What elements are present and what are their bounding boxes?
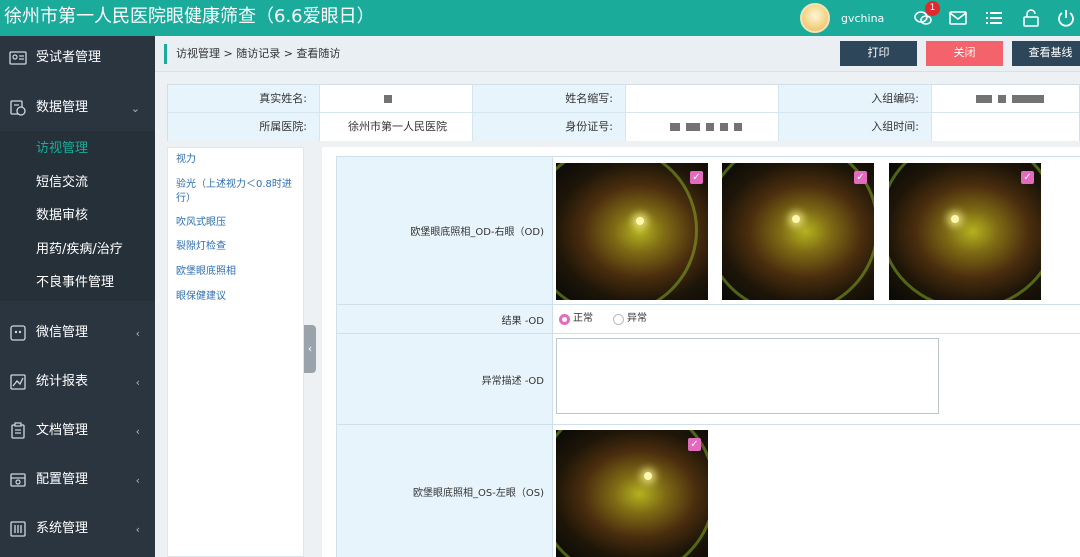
lock-icon[interactable] bbox=[1019, 6, 1043, 30]
sidebar-item-config[interactable]: 配置管理 ‹ bbox=[0, 463, 155, 497]
chat-icon[interactable]: 1 bbox=[911, 1, 940, 30]
sidebar-item-label: 配置管理 bbox=[36, 472, 89, 487]
chevron-left-icon: ‹ bbox=[135, 473, 140, 487]
od-photo-cell: ✓ ✓ ✓ bbox=[553, 157, 1080, 305]
sidebar-item-wechat[interactable]: 微信管理 ‹ bbox=[0, 316, 155, 350]
document-icon bbox=[11, 422, 25, 439]
hospital-value: 徐州市第一人民医院 bbox=[320, 113, 473, 141]
name-abbr-label: 姓名缩写: bbox=[473, 85, 626, 113]
sidebar-item-subjects[interactable]: 受试者管理 bbox=[0, 41, 155, 75]
chevron-left-icon: ‹ bbox=[135, 522, 140, 536]
submenu-item-visits[interactable]: 访视管理 bbox=[36, 140, 88, 158]
real-name-label: 真实姓名: bbox=[168, 85, 320, 113]
chevron-left-icon: ‹ bbox=[135, 326, 140, 340]
fundus-form: 欧堡眼底照相_OD-右眼（OD) ✓ ✓ ✓ 结果 -OD 正常 异常 异常描述… bbox=[336, 156, 1080, 557]
radio-normal-label: 正常 bbox=[573, 313, 593, 324]
submenu-item-medication[interactable]: 用药/疾病/治疗 bbox=[36, 241, 123, 259]
group-time-label: 入组时间: bbox=[779, 113, 932, 141]
app-title: 徐州市第一人民医院眼健康筛查（6.6爱眼日） bbox=[4, 6, 375, 27]
system-icon bbox=[10, 521, 26, 537]
chart-icon bbox=[10, 374, 26, 390]
app: 徐州市第一人民医院眼健康筛查（6.6爱眼日） gvchina 1 受试者管理 数… bbox=[0, 0, 1080, 557]
sidebar-item-label: 统计报表 bbox=[36, 374, 89, 389]
section-link-vision[interactable]: 视力 bbox=[176, 153, 300, 167]
name-abbr-value bbox=[626, 85, 779, 113]
result-od-label: 结果 -OD bbox=[337, 305, 553, 334]
abnormal-desc-od-label: 异常描述 -OD bbox=[337, 334, 553, 425]
section-link-eye-care[interactable]: 眼保健建议 bbox=[176, 290, 300, 304]
toolbar: 访视管理 > 随访记录 > 查看随访 打印 关闭 查看基线 bbox=[155, 36, 1080, 72]
group-time-value bbox=[932, 113, 1079, 141]
list-icon[interactable] bbox=[982, 6, 1006, 30]
group-code-label: 入组编码: bbox=[779, 85, 932, 113]
submenu-item-audit[interactable]: 数据审核 bbox=[36, 207, 88, 225]
abnormal-desc-od-textarea[interactable] bbox=[556, 338, 939, 414]
fundus-photo-od-1[interactable]: ✓ bbox=[556, 163, 708, 300]
real-name-value bbox=[320, 85, 473, 113]
wechat-icon bbox=[10, 325, 26, 341]
avatar[interactable] bbox=[800, 3, 830, 33]
power-icon[interactable] bbox=[1054, 6, 1078, 30]
id-number-label: 身份证号: bbox=[473, 113, 626, 141]
section-nav: 视力 验光（上述视力＜0.8时进行） 吹风式眼压 裂隙灯检查 欧堡眼底照相 眼保… bbox=[167, 147, 304, 557]
breadcrumb[interactable]: 访视管理 > 随访记录 > 查看随访 bbox=[164, 44, 340, 64]
group-code-value bbox=[932, 85, 1079, 113]
abnormal-desc-od-cell bbox=[553, 334, 1080, 425]
username[interactable]: gvchina bbox=[841, 12, 884, 25]
radio-abnormal-od[interactable]: 异常 bbox=[613, 313, 647, 325]
subject-info-table: 真实姓名: 姓名缩写: 入组编码: 所属医院: 徐州市第一人民医院 身份证号: … bbox=[167, 84, 1080, 141]
top-header: 徐州市第一人民医院眼健康筛查（6.6爱眼日） gvchina 1 bbox=[0, 0, 1080, 36]
collapse-toggle-icon[interactable]: ‹ bbox=[304, 325, 316, 373]
mail-icon[interactable] bbox=[946, 6, 970, 30]
sidebar-item-label: 微信管理 bbox=[36, 325, 89, 340]
radio-abnormal-label: 异常 bbox=[627, 313, 647, 324]
sidebar-item-label: 系统管理 bbox=[36, 521, 89, 536]
section-link-refraction[interactable]: 验光（上述视力＜0.8时进行） bbox=[176, 178, 300, 206]
notification-badge: 1 bbox=[925, 1, 940, 16]
sidebar-item-label: 受试者管理 bbox=[36, 50, 102, 65]
radio-normal-od[interactable]: 正常 bbox=[559, 313, 593, 325]
fundus-photo-od-3[interactable]: ✓ bbox=[889, 163, 1041, 300]
section-link-iop[interactable]: 吹风式眼压 bbox=[176, 216, 300, 230]
section-link-fundus[interactable]: 欧堡眼底照相 bbox=[176, 265, 300, 279]
fundus-photo-os-1[interactable]: ✓ bbox=[556, 430, 708, 557]
sidebar-item-system[interactable]: 系统管理 ‹ bbox=[0, 512, 155, 546]
config-icon bbox=[10, 473, 26, 487]
sidebar-item-label: 文档管理 bbox=[36, 423, 89, 438]
submenu-item-adverse-events[interactable]: 不良事件管理 bbox=[36, 274, 114, 292]
sidebar-item-data[interactable]: 数据管理 ⌄ bbox=[0, 91, 155, 125]
submenu-item-sms[interactable]: 短信交流 bbox=[36, 174, 88, 192]
user-area[interactable]: gvchina bbox=[800, 2, 884, 34]
fundus-photo-od-2[interactable]: ✓ bbox=[722, 163, 874, 300]
hospital-label: 所属医院: bbox=[168, 113, 320, 141]
view-baseline-button[interactable]: 查看基线 bbox=[1012, 41, 1080, 66]
checkbox-icon[interactable]: ✓ bbox=[1021, 171, 1034, 184]
checkbox-icon[interactable]: ✓ bbox=[690, 171, 703, 184]
os-photo-cell: ✓ bbox=[553, 425, 1080, 557]
radio-unselected-icon[interactable] bbox=[613, 313, 624, 325]
checkbox-icon[interactable]: ✓ bbox=[688, 438, 701, 451]
sidebar: 受试者管理 数据管理 ⌄ 访视管理 短信交流 数据审核 用药/疾病/治疗 不良事… bbox=[0, 36, 155, 557]
sidebar-item-documents[interactable]: 文档管理 ‹ bbox=[0, 414, 155, 448]
chevron-left-icon: ‹ bbox=[135, 375, 140, 389]
result-od-cell: 正常 异常 bbox=[553, 305, 1080, 334]
submenu: 访视管理 短信交流 数据审核 用药/疾病/治疗 不良事件管理 bbox=[0, 131, 155, 301]
sidebar-item-label: 数据管理 bbox=[36, 100, 89, 115]
od-photo-label: 欧堡眼底照相_OD-右眼（OD) bbox=[337, 157, 553, 305]
os-photo-label: 欧堡眼底照相_OS-左眼（OS) bbox=[337, 425, 553, 557]
sidebar-item-reports[interactable]: 统计报表 ‹ bbox=[0, 365, 155, 399]
data-icon bbox=[10, 100, 26, 116]
close-button[interactable]: 关闭 bbox=[926, 41, 1003, 66]
print-button[interactable]: 打印 bbox=[840, 41, 917, 66]
chevron-left-icon: ‹ bbox=[135, 424, 140, 438]
chevron-down-icon: ⌄ bbox=[130, 101, 140, 115]
checkbox-icon[interactable]: ✓ bbox=[854, 171, 867, 184]
id-number-value bbox=[626, 113, 779, 141]
radio-selected-icon[interactable] bbox=[559, 313, 570, 325]
user-card-icon bbox=[9, 51, 27, 65]
section-link-slit-lamp[interactable]: 裂隙灯检查 bbox=[176, 240, 300, 254]
